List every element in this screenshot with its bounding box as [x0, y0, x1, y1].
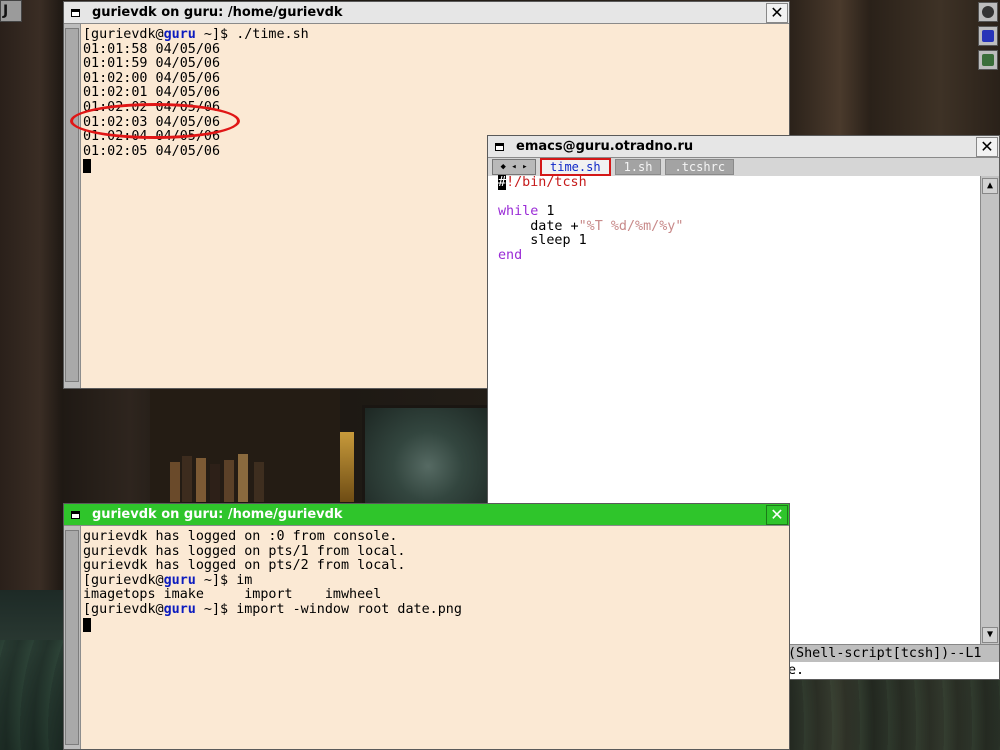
- prompt-line: [gurievdk@guru ~]$ ./time.sh: [83, 27, 309, 42]
- close-icon: ✕: [770, 3, 784, 22]
- code-line-while: while 1: [498, 204, 555, 220]
- code-line-end: end: [498, 247, 523, 263]
- close-button[interactable]: ✕: [976, 136, 998, 157]
- output-line: gurievdk has logged on pts/1 from local.: [83, 543, 406, 559]
- dock-icon-3[interactable]: [978, 50, 998, 70]
- command-text: im: [236, 572, 253, 588]
- scrollbar-thumb[interactable]: [65, 530, 79, 745]
- code-line-date: date +"%T %d/%m/%y": [498, 218, 684, 234]
- close-button[interactable]: ✕: [766, 2, 788, 23]
- terminal-2-titlebar[interactable]: gurievdk on guru: /home/gurievdk ✕: [64, 504, 789, 526]
- scrollbar-thumb[interactable]: [65, 28, 79, 382]
- window-menu-icon: [70, 8, 80, 17]
- terminal-1-scrollbar[interactable]: [64, 24, 81, 388]
- emacs-titlebar[interactable]: emacs@guru.otradno.ru ✕: [488, 136, 999, 158]
- emacs-title: emacs@guru.otradno.ru: [516, 139, 694, 154]
- annotation-oval: [70, 103, 240, 139]
- dock-icon-2[interactable]: [978, 26, 998, 46]
- corner-glyph: J: [3, 3, 9, 19]
- terminal-2-scrollbar[interactable]: [64, 526, 81, 749]
- tab-time-sh[interactable]: time.sh: [540, 158, 611, 176]
- scroll-down-icon[interactable]: ▼: [982, 627, 998, 643]
- window-menu-button[interactable]: [64, 504, 86, 526]
- tab-tcshrc[interactable]: .tcshrc: [665, 159, 735, 175]
- desktop-corner-icon[interactable]: J: [0, 0, 22, 22]
- terminal-cursor: [83, 617, 91, 632]
- tab-1-sh[interactable]: 1.sh: [614, 159, 662, 175]
- window-menu-icon: [70, 510, 80, 519]
- window-menu-button[interactable]: [488, 136, 510, 158]
- terminal-2-title: gurievdk on guru: /home/gurievdk: [92, 507, 343, 522]
- command-text: import -window root date.png: [236, 601, 462, 617]
- window-menu-button[interactable]: [64, 2, 86, 24]
- bookshelf: [150, 388, 340, 502]
- terminal-window-2[interactable]: gurievdk on guru: /home/gurievdk ✕ gurie…: [63, 503, 790, 750]
- fireplace: [362, 405, 494, 508]
- close-button[interactable]: ✕: [766, 504, 788, 525]
- code-line-shebang: #!/bin/tcsh: [498, 175, 587, 190]
- close-icon: ✕: [980, 137, 994, 156]
- output-line: gurievdk has logged on :0 from console.: [83, 529, 398, 544]
- window-menu-icon: [494, 142, 504, 151]
- scroll-up-icon[interactable]: ▲: [982, 178, 998, 194]
- terminal-1-titlebar[interactable]: gurievdk on guru: /home/gurievdk ✕: [64, 2, 789, 24]
- candlestick: [340, 432, 354, 502]
- emacs-tabbar: ◆ ◂ ▸ time.sh 1.sh .tcshrc: [488, 158, 999, 176]
- prompt-line: [gurievdk@guru ~]$ import -window root d…: [83, 601, 462, 617]
- prompt-line: [gurievdk@guru ~]$ im: [83, 572, 253, 588]
- tab-nav-arrows[interactable]: ◆ ◂ ▸: [492, 159, 536, 175]
- output-line: 01:02:01 04/05/06: [83, 85, 221, 101]
- close-icon: ✕: [770, 505, 784, 524]
- output-line: 01:01:59 04/05/06: [83, 56, 221, 72]
- dock-icon-1[interactable]: [978, 2, 998, 22]
- hostname: guru: [163, 601, 196, 617]
- completion-list: imagetops imake import imwheel: [83, 587, 382, 603]
- code-line-sleep: sleep 1: [498, 233, 587, 249]
- hostname: guru: [163, 27, 196, 42]
- command-text: ./time.sh: [236, 27, 309, 42]
- output-line: gurievdk has logged on pts/2 from local.: [83, 558, 406, 574]
- hostname: guru: [163, 572, 196, 588]
- terminal-cursor: [83, 159, 91, 174]
- terminal-1-title: gurievdk on guru: /home/gurievdk: [92, 5, 343, 20]
- output-line: 01:01:58 04/05/06: [83, 41, 221, 57]
- terminal-2-output[interactable]: gurievdk has logged on :0 from console. g…: [81, 526, 789, 749]
- output-line: 01:02:00 04/05/06: [83, 70, 221, 86]
- emacs-vertical-scrollbar[interactable]: ▲ ▼: [980, 176, 999, 645]
